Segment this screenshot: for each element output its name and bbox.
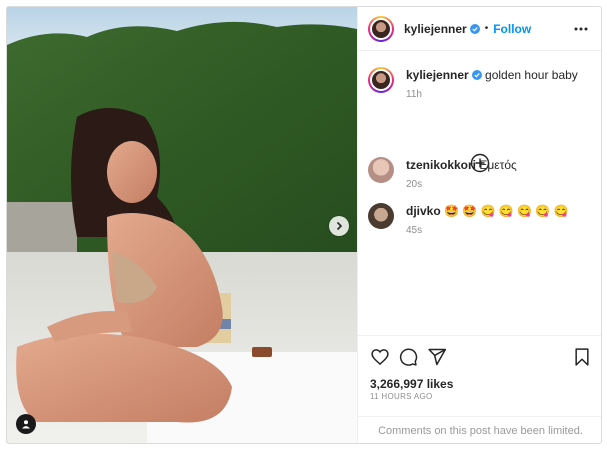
caption-text: golden hour baby bbox=[485, 68, 578, 82]
more-options-button[interactable] bbox=[573, 21, 589, 37]
bookmark-icon[interactable] bbox=[572, 347, 592, 367]
comment-item: djivko 🤩 🤩 😋 😋 😋 😋 😋 45s bbox=[368, 203, 569, 236]
author-username[interactable]: kyliejenner bbox=[404, 22, 467, 36]
comment-item: tzenikokkori Εμετός 20s bbox=[368, 157, 517, 190]
header-separator: • bbox=[484, 23, 489, 34]
media-tag-button[interactable] bbox=[16, 414, 36, 434]
caption-time[interactable]: 11h bbox=[406, 89, 578, 100]
comment-bubble-icon[interactable] bbox=[398, 347, 418, 367]
post-media[interactable] bbox=[7, 7, 357, 443]
user-tag-icon bbox=[22, 420, 30, 429]
caption: kyliejenner golden hour baby 11h bbox=[368, 67, 578, 100]
post-timestamp[interactable]: 11 HOURS AGO bbox=[370, 392, 433, 401]
follow-button[interactable]: Follow bbox=[493, 22, 531, 36]
paper-plane-icon[interactable] bbox=[427, 347, 447, 367]
author-avatar[interactable] bbox=[368, 15, 394, 42]
comment-time[interactable]: 20s bbox=[406, 179, 517, 190]
comment-text: Εμετός bbox=[479, 158, 517, 172]
media-next-button[interactable] bbox=[329, 216, 349, 236]
verified-badge-icon bbox=[469, 23, 480, 34]
likes-count[interactable]: 3,266,997 likes bbox=[370, 377, 453, 391]
post-actions: 3,266,997 likes 11 HOURS AGO Comments on… bbox=[358, 335, 601, 443]
commenter-avatar[interactable] bbox=[368, 203, 394, 229]
comment-time[interactable]: 45s bbox=[406, 225, 569, 236]
more-horizontal-icon bbox=[574, 27, 588, 31]
post-side-panel: kyliejenner • Follow kyliejenner golden … bbox=[357, 7, 601, 443]
comment-text: 🤩 🤩 😋 😋 😋 😋 😋 bbox=[444, 204, 569, 218]
post-header: kyliejenner • Follow bbox=[358, 7, 601, 51]
comment-username[interactable]: djivko bbox=[406, 204, 441, 218]
comments-limited-notice: Comments on this post have been limited. bbox=[358, 416, 601, 443]
comment-username[interactable]: tzenikokkori bbox=[406, 158, 476, 172]
post-modal: kyliejenner • Follow kyliejenner golden … bbox=[6, 6, 602, 444]
caption-avatar[interactable] bbox=[368, 67, 394, 93]
caption-username[interactable]: kyliejenner bbox=[406, 68, 469, 82]
verified-badge-icon bbox=[471, 70, 482, 80]
heart-icon[interactable] bbox=[370, 347, 390, 367]
comments-area: kyliejenner golden hour baby 11h tzeniko… bbox=[358, 51, 601, 335]
post-photo bbox=[7, 7, 357, 443]
commenter-avatar[interactable] bbox=[368, 157, 394, 183]
chevron-right-icon bbox=[336, 221, 343, 231]
